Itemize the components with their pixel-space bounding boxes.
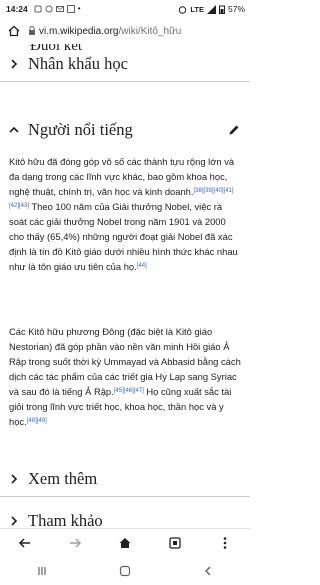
home-icon[interactable] bbox=[8, 25, 20, 37]
section-nhan-khau-hoc[interactable]: Nhân khẩu học bbox=[0, 47, 250, 82]
section-title: Người nổi tiếng bbox=[28, 120, 133, 139]
message-icon bbox=[45, 5, 53, 13]
article-content: Đuôi kết Nhân khẩu học Người nổi tiếng K… bbox=[0, 44, 250, 528]
url-path: /wiki/Kitô_hữu bbox=[118, 25, 182, 37]
chevron-right-icon bbox=[11, 516, 18, 526]
image-icon bbox=[66, 5, 75, 13]
recent-apps-icon[interactable] bbox=[36, 565, 48, 577]
home-icon bbox=[119, 538, 131, 548]
url-bar[interactable]: vi.m.wikipedia.org/wiki/Kitô_hữu bbox=[0, 18, 250, 44]
forward-button[interactable] bbox=[65, 533, 85, 553]
status-bar: 14:24 • LTE 57% bbox=[0, 0, 250, 18]
back-button[interactable] bbox=[15, 533, 35, 553]
reference-link[interactable]: [44] bbox=[137, 263, 147, 269]
reference-links[interactable]: [48][49] bbox=[27, 418, 47, 424]
home-button[interactable] bbox=[115, 533, 135, 553]
menu-button[interactable] bbox=[215, 533, 235, 553]
lock-icon[interactable] bbox=[28, 26, 36, 36]
paragraph-text: Theo 100 năm của Giải thưởng Nobel, việc… bbox=[9, 201, 238, 272]
chevron-up-icon bbox=[9, 126, 19, 133]
url-host: vi.m.wikipedia.org bbox=[39, 25, 119, 37]
system-home-icon[interactable] bbox=[119, 565, 131, 577]
pencil-icon[interactable] bbox=[228, 124, 240, 136]
tabs-button[interactable] bbox=[165, 533, 185, 553]
section-nguoi-noi-tieng[interactable]: Người nổi tiếng bbox=[0, 113, 250, 147]
section-title: Nhân khẩu học bbox=[28, 54, 128, 73]
section-tham-khao[interactable]: Tham khảo bbox=[0, 504, 250, 528]
reference-links[interactable]: [45][46][47] bbox=[114, 388, 144, 394]
chevron-right-icon bbox=[11, 59, 18, 69]
mail-icon bbox=[55, 6, 64, 12]
url-text[interactable]: vi.m.wikipedia.org/wiki/Kitô_hữu bbox=[39, 26, 181, 37]
system-navigation-bar bbox=[0, 558, 250, 584]
chevron-right-icon bbox=[11, 474, 18, 484]
network-label: LTE bbox=[190, 4, 204, 14]
system-back-icon[interactable] bbox=[202, 565, 214, 577]
paragraph-contributions: Kitô hữu đã đóng góp vô số các thành tựu… bbox=[9, 154, 241, 274]
section-title: Tham khảo bbox=[28, 511, 103, 528]
battery-icon bbox=[218, 5, 225, 14]
tabs-icon bbox=[169, 537, 181, 549]
status-time: 14:24 bbox=[6, 4, 28, 14]
notification-icon bbox=[34, 5, 42, 13]
alarm-icon bbox=[179, 5, 187, 14]
forward-icon bbox=[70, 538, 82, 548]
paragraph-eastern-christians: Các Kitô hữu phương Đông (đặc biệt là Ki… bbox=[9, 324, 241, 429]
menu-icon bbox=[223, 537, 227, 549]
section-xem-them[interactable]: Xem thêm bbox=[0, 462, 250, 497]
notification-icons: • bbox=[34, 5, 81, 13]
back-icon bbox=[18, 538, 30, 548]
more-notifications-icon: • bbox=[77, 4, 81, 13]
section-title: Xem thêm bbox=[28, 469, 98, 488]
signal-icon bbox=[206, 4, 216, 14]
battery-label: 57% bbox=[227, 4, 245, 14]
